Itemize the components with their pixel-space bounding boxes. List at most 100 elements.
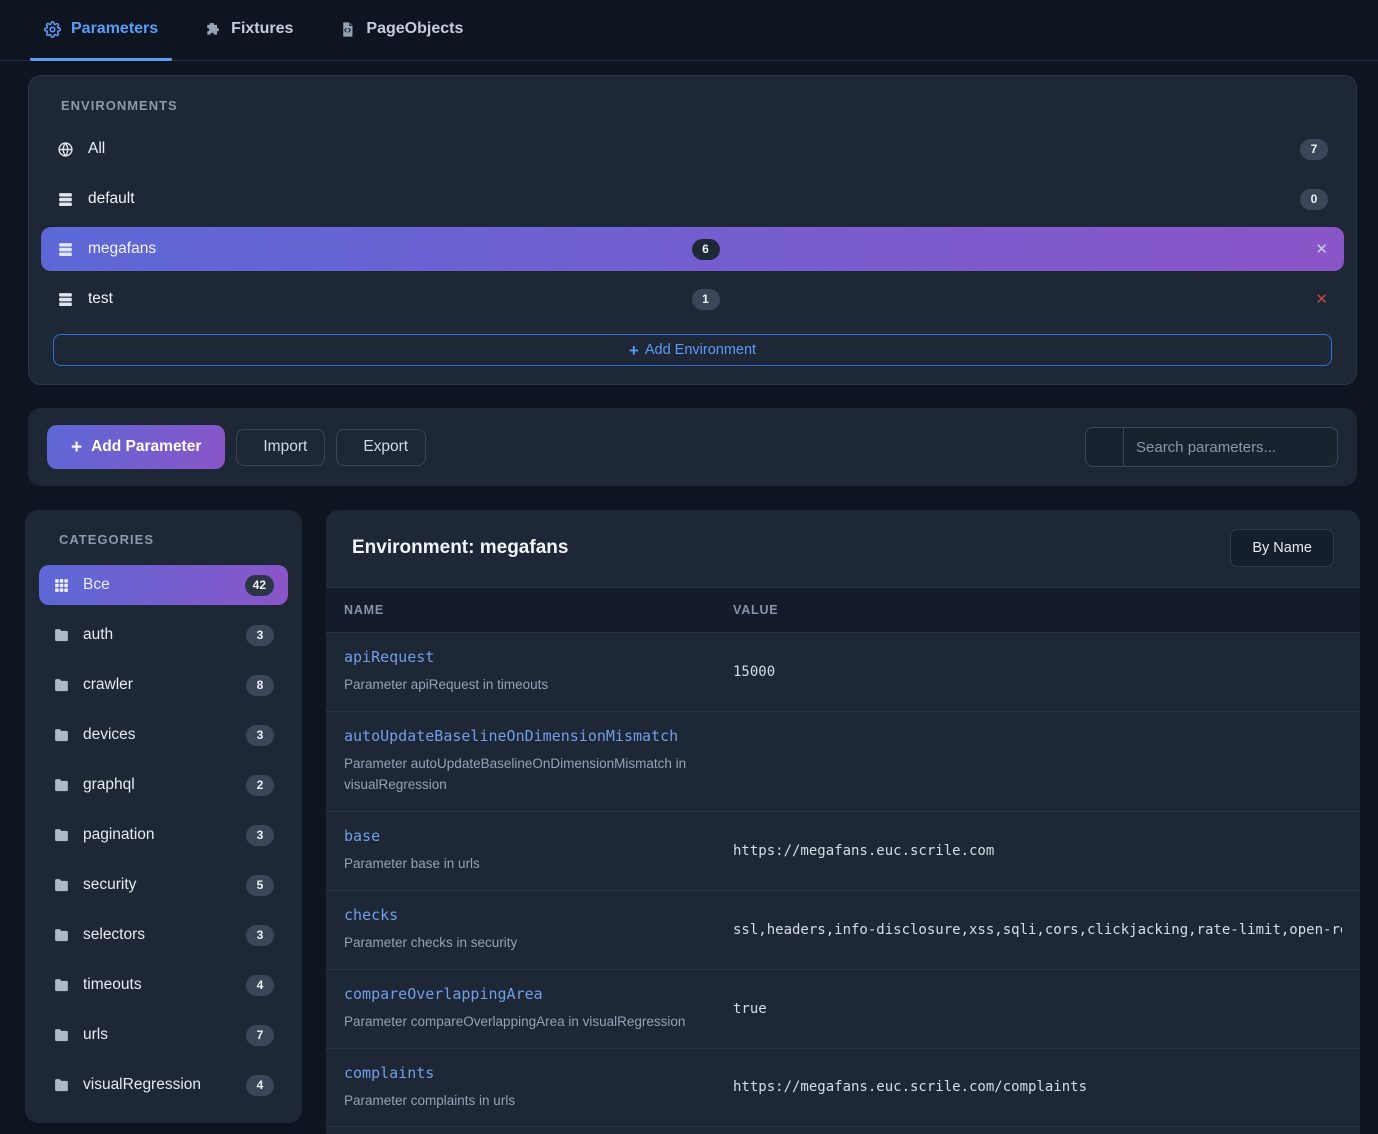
category-item-selectors[interactable]: selectors 3 (39, 915, 288, 955)
server-icon (57, 241, 74, 258)
environments-title: ENVIRONMENTS (61, 98, 178, 113)
category-item-security[interactable]: security 5 (39, 865, 288, 905)
page-code-icon (339, 21, 356, 38)
search-icon (1086, 428, 1124, 466)
import-button[interactable]: Import (236, 429, 325, 466)
parameter-description: Parameter autoUpdateBaselineOnDimensionM… (344, 754, 733, 796)
parameters-table: apiRequest Parameter apiRequest in timeo… (326, 633, 1360, 1127)
category-item-crawler[interactable]: crawler 8 (39, 665, 288, 705)
folder-icon (53, 977, 70, 994)
parameter-name-link[interactable]: base (344, 827, 380, 845)
plus-icon: + (71, 438, 82, 457)
sort-by-name-button[interactable]: By Name (1230, 529, 1334, 567)
environment-name: megafans (88, 240, 678, 258)
tab-fixtures[interactable]: Fixtures (190, 0, 307, 61)
count-badge: 3 (246, 825, 274, 846)
count-badge: 42 (245, 575, 274, 596)
count-badge: 5 (246, 875, 274, 896)
count-badge: 7 (1300, 139, 1328, 160)
environment-item-megafans[interactable]: megafans 6 ✕ (41, 227, 1344, 271)
categories-title: CATEGORIES (59, 532, 154, 547)
folder-icon (53, 727, 70, 744)
parameters-panel: Environment: megafans By Name NAME VALUE… (326, 510, 1360, 1134)
parameter-value: 15000 (733, 648, 1342, 696)
category-name: security (83, 876, 233, 894)
category-item-urls[interactable]: urls 7 (39, 1015, 288, 1055)
parameter-name-link[interactable]: apiRequest (344, 648, 434, 666)
category-name: selectors (83, 926, 233, 944)
parameter-value: https://megafans.euc.scrile.com/complain… (733, 1064, 1342, 1112)
grid-icon (53, 577, 70, 594)
export-label: Export (363, 438, 408, 456)
globe-icon (57, 141, 74, 158)
environment-item-default[interactable]: default 0 (41, 177, 1344, 221)
category-item-visualregression[interactable]: visualRegression 4 (39, 1065, 288, 1105)
table-row: apiRequest Parameter apiRequest in timeo… (326, 633, 1360, 712)
parameter-value: ssl,headers,info-disclosure,xss,sqli,cor… (733, 906, 1342, 954)
folder-icon (53, 1077, 70, 1094)
count-badge: 3 (246, 925, 274, 946)
category-item-timeouts[interactable]: timeouts 4 (39, 965, 288, 1005)
folder-icon (53, 827, 70, 844)
parameter-value: true (733, 985, 1342, 1033)
tab-pageobjects[interactable]: PageObjects (325, 0, 477, 61)
server-icon (57, 291, 74, 308)
category-item-devices[interactable]: devices 3 (39, 715, 288, 755)
category-item-graphql[interactable]: graphql 2 (39, 765, 288, 805)
parameter-name-link[interactable]: complaints (344, 1064, 434, 1082)
add-environment-label: Add Environment (645, 342, 756, 358)
count-badge: 8 (246, 675, 274, 696)
tab-parameters[interactable]: Parameters (30, 0, 172, 61)
table-row: complaints Parameter complaints in urls … (326, 1049, 1360, 1128)
category-name: graphql (83, 776, 233, 794)
parameter-description: Parameter checks in security (344, 933, 733, 954)
category-name: visualRegression (83, 1076, 233, 1094)
parameter-value: https://megafans.euc.scrile.com (733, 827, 1342, 875)
category-list: Все 42 auth 3 crawler 8 devices 3 graphq… (39, 565, 288, 1105)
table-row: compareOverlappingArea Parameter compare… (326, 970, 1360, 1049)
environment-item-test[interactable]: test 1 ✕ (41, 277, 1344, 321)
table-row: autoUpdateBaselineOnDimensionMismatch Pa… (326, 712, 1360, 812)
parameters-toolbar: + Add Parameter Import Export (28, 408, 1357, 486)
add-parameter-label: Add Parameter (91, 438, 201, 456)
search-input[interactable] (1124, 428, 1338, 466)
parameter-description: Parameter apiRequest in timeouts (344, 675, 733, 696)
count-badge: 4 (246, 1075, 274, 1096)
tab-label: Fixtures (231, 20, 293, 38)
environment-name: test (88, 290, 678, 308)
puzzle-icon (204, 21, 221, 38)
folder-icon (53, 927, 70, 944)
parameter-name-link[interactable]: autoUpdateBaselineOnDimensionMismatch (344, 727, 678, 745)
count-badge: 7 (246, 1025, 274, 1046)
tab-label: PageObjects (366, 20, 463, 38)
environment-item-all[interactable]: All 7 (41, 127, 1344, 171)
parameters-panel-header: Environment: megafans By Name (326, 510, 1360, 587)
close-icon[interactable]: ✕ (1315, 242, 1328, 257)
gear-icon (44, 21, 61, 38)
folder-icon (53, 627, 70, 644)
environment-list: All 7 default 0 megafans 6 ✕ test 1 ✕ (41, 127, 1344, 321)
category-item-auth[interactable]: auth 3 (39, 615, 288, 655)
parameter-name-link[interactable]: checks (344, 906, 398, 924)
parameter-name-link[interactable]: compareOverlappingArea (344, 985, 543, 1003)
content-area: CATEGORIES Все 42 auth 3 crawler 8 devic… (25, 510, 1360, 1134)
category-name: devices (83, 726, 233, 744)
count-badge: 6 (692, 239, 720, 260)
environment-name: All (88, 140, 1286, 158)
table-header: NAME VALUE (326, 587, 1360, 633)
top-tab-bar: Parameters Fixtures PageObjects (0, 0, 1378, 61)
category-name: pagination (83, 826, 233, 844)
category-name: auth (83, 626, 233, 644)
environment-name: default (88, 190, 1286, 208)
category-item-pagination[interactable]: pagination 3 (39, 815, 288, 855)
category-name: timeouts (83, 976, 233, 994)
environments-header: ENVIRONMENTS (41, 90, 1344, 127)
add-environment-button[interactable]: + Add Environment (53, 334, 1332, 366)
count-badge: 3 (246, 725, 274, 746)
page-title: Environment: megafans (352, 537, 568, 559)
category-item-все[interactable]: Все 42 (39, 565, 288, 605)
export-button[interactable]: Export (336, 429, 426, 466)
parameter-description: Parameter base in urls (344, 854, 733, 875)
add-parameter-button[interactable]: + Add Parameter (47, 425, 225, 469)
close-icon[interactable]: ✕ (1315, 292, 1328, 307)
